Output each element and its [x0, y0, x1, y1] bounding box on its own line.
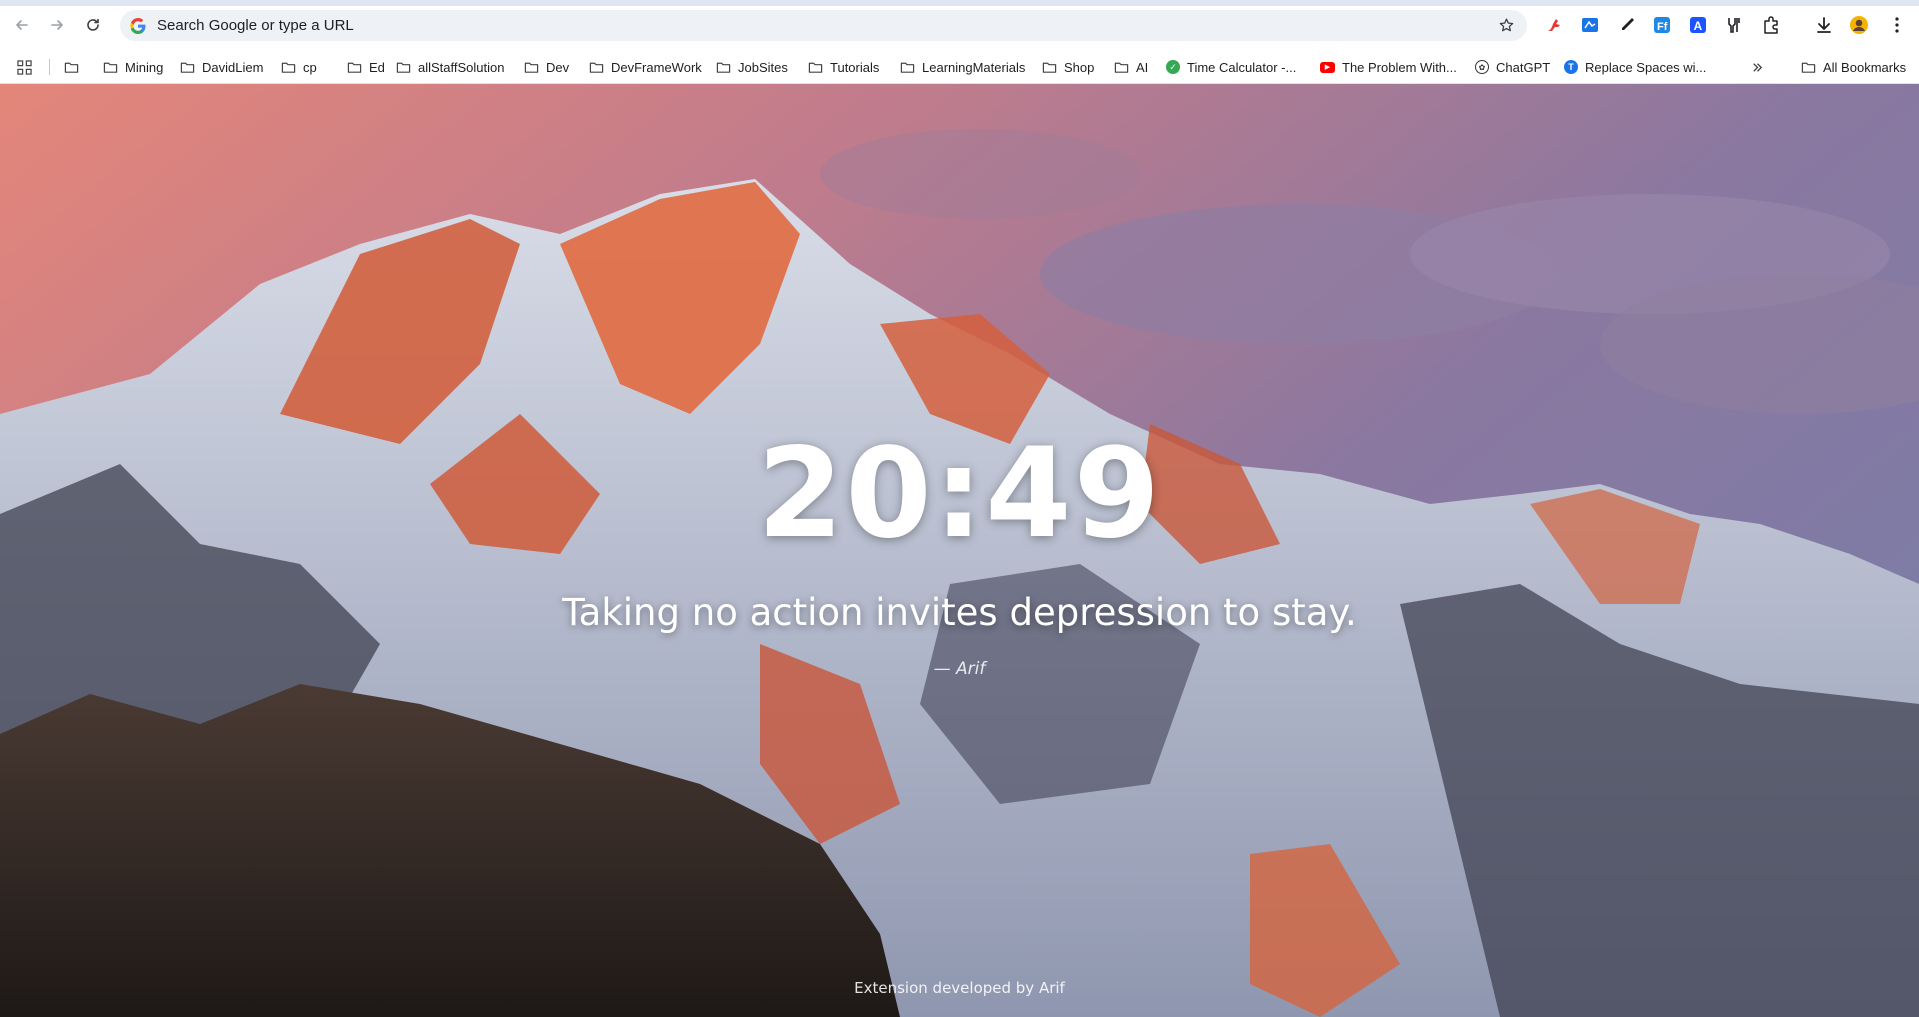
bookmark-label: cp: [303, 59, 317, 75]
ext-tools-icon[interactable]: [1723, 14, 1745, 36]
folder-icon: [1114, 62, 1129, 73]
extension-credit: Extension developed by Arif: [854, 979, 1065, 997]
clock-display: 20:49: [757, 422, 1162, 566]
apps-grid-button[interactable]: [17, 56, 32, 78]
profile-avatar[interactable]: [1848, 14, 1870, 36]
folder-icon: [808, 62, 823, 73]
browser-toolbar: Ff A: [0, 0, 1919, 50]
reload-button[interactable]: [79, 11, 107, 39]
new-tab-page: 20:49 Taking no action invites depressio…: [0, 84, 1919, 1017]
ext-red-hand-icon[interactable]: [1543, 14, 1565, 36]
youtube-icon: ▶: [1320, 61, 1335, 73]
bookmark-label: DavidLiem: [202, 59, 264, 75]
folder-icon: [524, 62, 539, 73]
download-icon[interactable]: [1813, 14, 1835, 36]
folder-icon: [347, 62, 362, 73]
bookmark-davidliem[interactable]: DavidLiem: [180, 56, 263, 78]
back-button[interactable]: [8, 11, 36, 39]
folder-icon: [64, 62, 79, 73]
folder-icon: [1801, 62, 1816, 73]
google-icon: [130, 17, 146, 34]
green-check-icon: ✓: [1166, 60, 1180, 74]
bookmark-label: Mining: [125, 59, 164, 75]
bookmark-devframework[interactable]: DevFrameWork: [589, 56, 702, 78]
folder-icon: [589, 62, 604, 73]
ext-translate-icon[interactable]: A: [1687, 14, 1709, 36]
apps-grid-icon: [17, 59, 32, 75]
omnibox-input[interactable]: [157, 17, 1457, 34]
ext-screenshot-icon[interactable]: [1579, 14, 1601, 36]
folder-icon: [180, 62, 195, 73]
folder-icon: [281, 62, 296, 73]
chevron-double-right-icon: [1753, 62, 1763, 72]
bookmark-label: DevFrameWork: [611, 59, 702, 75]
openai-icon: ✿: [1475, 60, 1489, 74]
arrow-right-icon: [51, 20, 63, 30]
bookmark-the-problem-with[interactable]: ▶ The Problem With...: [1320, 56, 1457, 78]
ext-font-finder-icon[interactable]: Ff: [1651, 14, 1673, 36]
bookmark-replace-spaces-wi[interactable]: T Replace Spaces wi...: [1564, 56, 1706, 78]
bookmarks-bar: Mining DavidLiem cp Ed allStaffSolution Dev De…: [0, 50, 1919, 84]
forward-button[interactable]: [43, 11, 71, 39]
bookmark-label: JobSites: [738, 59, 788, 75]
bookmark-learningmaterials[interactable]: LearningMaterials: [900, 56, 1025, 78]
bookmark-allstaffsolution[interactable]: allStaffSolution: [396, 56, 505, 78]
bookmark-star-icon[interactable]: [1498, 17, 1515, 34]
bookmark-ai[interactable]: AI: [1114, 56, 1148, 78]
bookmarks-overflow-button[interactable]: [1750, 56, 1765, 78]
bookmark-label: The Problem With...: [1342, 59, 1457, 75]
bookmark-mining[interactable]: Mining: [103, 56, 163, 78]
reload-icon: [87, 18, 99, 31]
svg-text:Ff: Ff: [1657, 21, 1668, 33]
bookmark-label: Replace Spaces wi...: [1585, 59, 1707, 75]
bookmark-ed[interactable]: Ed: [347, 56, 385, 78]
bookmark-chatgpt[interactable]: ✿ ChatGPT: [1475, 56, 1550, 78]
bookmark-unnamed[interactable]: [64, 56, 86, 78]
bookmark-cp[interactable]: cp: [281, 56, 317, 78]
arrow-left-icon: [16, 20, 28, 30]
bookmark-dev[interactable]: Dev: [524, 56, 569, 78]
bookmark-label: Shop: [1064, 59, 1095, 75]
bookmark-label: ChatGPT: [1496, 59, 1551, 75]
bookmark-jobsites[interactable]: JobSites: [716, 56, 788, 78]
bookmark-label: Dev: [546, 59, 570, 75]
bookmark-label: Ed: [369, 59, 385, 75]
omnibox[interactable]: [120, 10, 1527, 41]
bookmark-label: Time Calculator -...: [1187, 59, 1297, 75]
bookmark-shop[interactable]: Shop: [1042, 56, 1094, 78]
extensions-puzzle-icon[interactable]: [1760, 14, 1782, 36]
folder-icon: [900, 62, 915, 73]
folder-icon: [716, 62, 731, 73]
tab-strip-edge: [0, 0, 1919, 6]
folder-icon: [1042, 62, 1057, 73]
quote-author: — Arif: [933, 659, 986, 679]
all-bookmarks-button[interactable]: All Bookmarks: [1801, 56, 1906, 78]
bookmark-label: LearningMaterials: [922, 59, 1026, 75]
quote-text: Taking no action invites depression to s…: [562, 591, 1357, 634]
bookmark-label: AI: [1136, 59, 1149, 75]
bookmark-time-calculator[interactable]: ✓ Time Calculator -...: [1166, 56, 1296, 78]
bookmark-label: allStaffSolution: [418, 59, 505, 75]
folder-icon: [103, 62, 118, 73]
bookmark-tutorials[interactable]: Tutorials: [808, 56, 879, 78]
folder-icon: [396, 62, 411, 73]
all-bookmarks-label: All Bookmarks: [1823, 59, 1907, 75]
menu-kebab-icon[interactable]: [1886, 14, 1908, 36]
svg-text:A: A: [1694, 19, 1703, 33]
t-letter-icon: T: [1564, 60, 1578, 74]
bookmarks-separator: [49, 59, 50, 75]
ext-eyedropper-icon[interactable]: [1616, 14, 1638, 36]
bookmark-label: Tutorials: [830, 59, 880, 75]
